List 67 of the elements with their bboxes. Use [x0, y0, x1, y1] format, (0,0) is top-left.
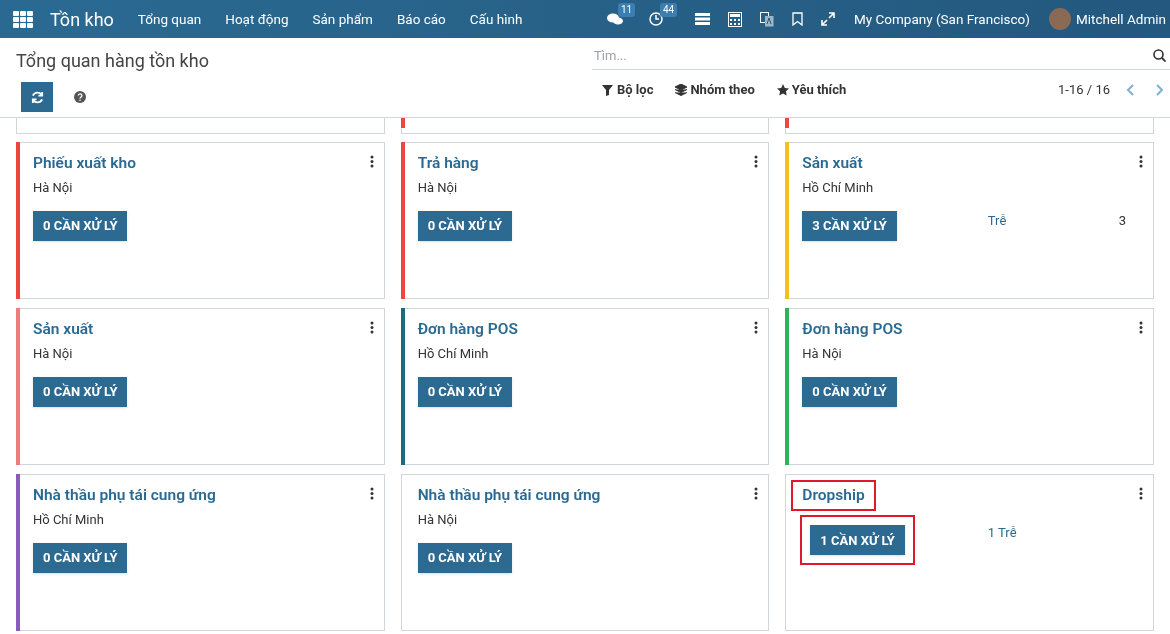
layers-icon [675, 83, 688, 96]
star-icon [776, 83, 789, 96]
filter-dropdown[interactable]: Bộ lọc [602, 80, 654, 100]
warehouse-name: Hà Nội [417, 179, 459, 198]
menu-item[interactable]: Sản phẩm [300, 8, 385, 30]
menu-item[interactable]: Báo cáo [384, 8, 458, 30]
company-switcher[interactable]: My Company (San Francisco) [854, 8, 1030, 30]
late-link[interactable]: Trễ [987, 210, 1007, 231]
warehouse-name: Hồ Chí Minh [417, 345, 490, 364]
kebab-menu-icon[interactable] [369, 155, 374, 168]
help-icon[interactable] [74, 91, 86, 103]
count-badge: 44 [660, 3, 678, 17]
menu-item[interactable]: Cấu hình [457, 8, 535, 30]
card-title[interactable]: Đơn hàng POS [417, 318, 518, 342]
warehouse-name: Hà Nội [33, 179, 74, 198]
card-title[interactable]: Trả hàng [417, 152, 479, 176]
filter-dropdown[interactable]: Nhóm theo [675, 80, 755, 100]
kebab-menu-icon[interactable] [754, 321, 759, 334]
kebab-menu-icon[interactable] [369, 321, 374, 334]
refresh-icon [30, 90, 44, 104]
expand-icon[interactable] [821, 12, 835, 26]
warehouse-name: Hồ Chí Minh [33, 511, 105, 530]
to-process-button[interactable]: 0 CẦN XỬ LÝ [417, 376, 513, 407]
apps-grid-icon[interactable] [13, 10, 33, 28]
card-title[interactable]: Nhà thầu phụ tái cung ứng [33, 484, 216, 508]
menu-item[interactable]: Tổng quan [125, 8, 214, 30]
kebab-menu-icon[interactable] [1139, 155, 1143, 168]
kebab-menu-icon[interactable] [1139, 321, 1143, 334]
to-process-button[interactable]: 0 CẦN XỬ LÝ [417, 210, 513, 241]
to-process-button[interactable]: 0 CẦN XỬ LÝ [33, 376, 128, 407]
late-link[interactable]: 1 Trễ [987, 523, 1017, 543]
list-icon[interactable] [695, 13, 710, 25]
to-process-button[interactable]: 0 CẦN XỬ LÝ [417, 542, 513, 573]
card-title[interactable]: Phiếu xuất kho [33, 152, 136, 176]
to-process-button[interactable]: 0 CẦN XỬ LÝ [33, 542, 128, 573]
calculator-icon[interactable] [728, 11, 742, 27]
card-title[interactable]: Sản xuất [33, 318, 94, 342]
to-process-button[interactable]: 0 CẦN XỬ LÝ [802, 376, 897, 407]
translate-icon[interactable] [760, 11, 774, 27]
warehouse-name: Hồ Chí Minh [802, 179, 875, 198]
to-process-button[interactable]: 1 CẦN XỬ LÝ [810, 525, 905, 556]
kebab-menu-icon[interactable] [754, 155, 759, 168]
to-process-button[interactable]: 0 CẦN XỬ LÝ [33, 210, 128, 241]
warehouse-name: Hà Nội [417, 511, 459, 530]
to-process-button[interactable]: 3 CẦN XỬ LÝ [802, 210, 897, 241]
menu-item[interactable]: Hoạt động [213, 8, 301, 30]
kebab-menu-icon[interactable] [1139, 487, 1143, 500]
bookmark-icon[interactable] [792, 12, 803, 26]
filter-icon [602, 83, 614, 96]
search-icon[interactable] [1153, 49, 1166, 62]
clock-icon[interactable] [649, 12, 665, 26]
pager-value: 1-16 / 16 [1058, 81, 1110, 99]
late-count: 3 [1118, 211, 1126, 230]
kebab-menu-icon[interactable] [369, 487, 374, 500]
count-badge: 11 [618, 3, 636, 17]
search-field[interactable]: Tìm... [592, 41, 1170, 70]
user-menu[interactable]: Mitchell Admin [1075, 8, 1166, 30]
filter-dropdown[interactable]: Yêu thích [776, 80, 847, 100]
card-title[interactable]: Đơn hàng POS [802, 318, 903, 342]
refresh-button[interactable] [21, 82, 53, 112]
warehouse-name: Hà Nội [802, 345, 843, 364]
kebab-menu-icon[interactable] [754, 487, 759, 500]
warehouse-name: Hà Nội [33, 345, 74, 364]
card-title[interactable]: Sản xuất [802, 152, 863, 176]
card-title[interactable]: Nhà thầu phụ tái cung ứng [417, 484, 601, 508]
app-title[interactable]: Tồn kho [50, 5, 114, 33]
page-title: Tổng quan hàng tồn kho [16, 49, 210, 73]
